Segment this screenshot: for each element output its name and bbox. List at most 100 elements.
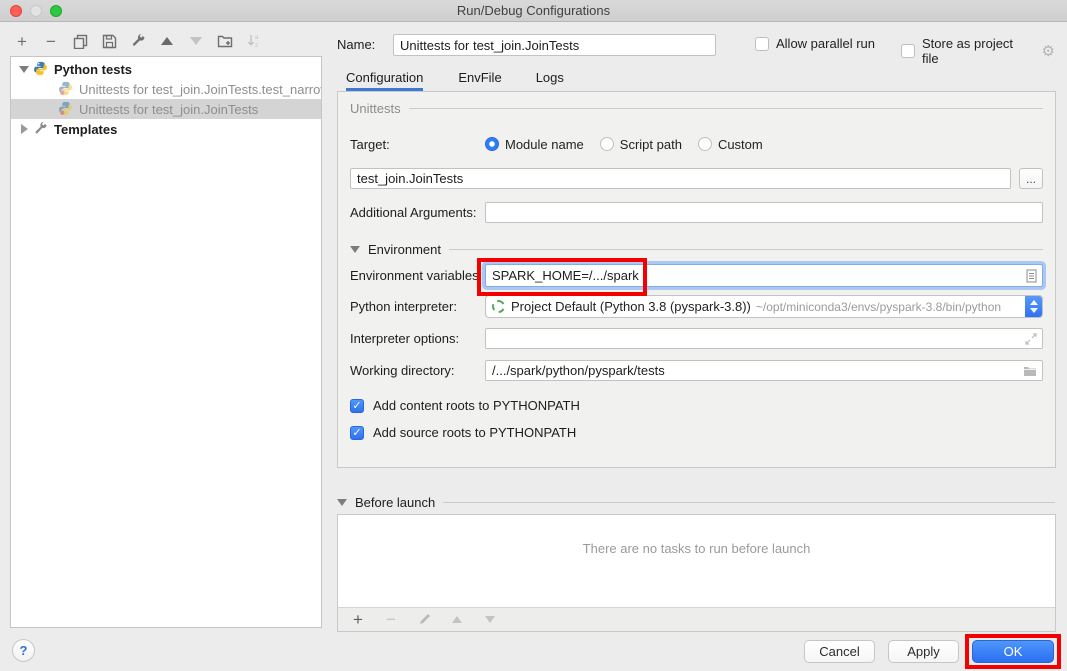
checkbox-icon[interactable]	[901, 44, 915, 58]
help-label: ?	[20, 643, 28, 658]
tree-item-label: Unittests for test_join.JoinTests.test_n…	[79, 82, 321, 97]
interpreter-options-input[interactable]	[492, 331, 1036, 346]
checkbox-checked-icon[interactable]: ✓	[350, 426, 364, 440]
tree-item-label: Templates	[54, 122, 117, 137]
dialog-footer: Cancel Apply OK	[804, 640, 1054, 663]
store-as-project-file-label: Store as project file	[922, 36, 1031, 66]
additional-arguments-field-wrap	[485, 202, 1043, 223]
config-tabs: Configuration EnvFile Logs	[337, 66, 564, 91]
help-button[interactable]: ?	[12, 639, 35, 662]
unittests-section-label: Unittests	[350, 101, 401, 116]
section-divider	[443, 502, 1055, 503]
unittests-section-header: Unittests	[350, 98, 1043, 118]
radio-module-name[interactable]	[485, 137, 499, 151]
allow-parallel-run-label: Allow parallel run	[776, 36, 875, 51]
cancel-button[interactable]: Cancel	[804, 640, 875, 663]
name-input[interactable]	[393, 34, 716, 56]
python-test-icon	[58, 81, 74, 97]
checkbox-checked-icon[interactable]: ✓	[350, 399, 364, 413]
working-directory-row: Working directory:	[350, 360, 1043, 381]
name-row: Name: Allow parallel run Store as projec…	[337, 34, 1055, 56]
target-row: Target: Module name Script path Custom	[350, 134, 1043, 154]
expand-field-icon[interactable]	[1025, 333, 1037, 345]
radio-script-path[interactable]	[600, 137, 614, 151]
sort-alphabetically-icon: az	[244, 31, 264, 51]
radio-script-path-label[interactable]: Script path	[620, 137, 682, 152]
edit-templates-icon[interactable]	[128, 31, 148, 51]
before-launch-empty-message: There are no tasks to run before launch	[338, 541, 1055, 556]
before-launch-label: Before launch	[355, 495, 435, 510]
environment-variables-input[interactable]	[492, 268, 1036, 283]
chevron-right-icon[interactable]	[17, 124, 31, 134]
name-label: Name:	[337, 37, 375, 52]
copy-configuration-icon[interactable]	[70, 31, 90, 51]
ok-button[interactable]: OK	[972, 640, 1054, 663]
environment-section-label: Environment	[368, 242, 441, 257]
tab-logs[interactable]: Logs	[536, 66, 564, 91]
add-source-roots-checkbox[interactable]: ✓ Add source roots to PYTHONPATH	[350, 425, 1043, 440]
before-launch-task-list: There are no tasks to run before launch …	[337, 514, 1056, 632]
tree-item-templates[interactable]: Templates	[11, 119, 321, 139]
tree-item-label: Unittests for test_join.JoinTests	[79, 102, 258, 117]
save-configuration-icon[interactable]	[99, 31, 119, 51]
module-name-row: ...	[350, 168, 1043, 189]
edit-task-icon	[414, 610, 434, 630]
svg-text:z: z	[255, 43, 258, 49]
add-task-icon[interactable]: +	[348, 610, 368, 630]
chevron-down-icon[interactable]	[17, 66, 31, 73]
tree-item-test-narrow[interactable]: Unittests for test_join.JoinTests.test_n…	[11, 79, 321, 99]
gear-icon[interactable]: ⚙	[1042, 42, 1055, 60]
tab-configuration[interactable]: Configuration	[346, 66, 423, 91]
python-interpreter-value: Project Default (Python 3.8 (pyspark-3.8…	[511, 299, 751, 314]
before-launch-section-header[interactable]: Before launch	[337, 492, 1056, 512]
checkbox-icon[interactable]	[755, 37, 769, 51]
additional-arguments-label: Additional Arguments:	[350, 205, 485, 220]
additional-arguments-row: Additional Arguments:	[350, 202, 1043, 223]
radio-module-name-label[interactable]: Module name	[505, 137, 584, 152]
additional-arguments-input[interactable]	[492, 205, 1036, 220]
python-interpreter-label: Python interpreter:	[350, 299, 485, 314]
tree-item-jointests-selected[interactable]: Unittests for test_join.JoinTests	[11, 99, 321, 119]
new-folder-icon[interactable]	[215, 31, 235, 51]
move-down-icon	[186, 31, 206, 51]
section-divider	[449, 249, 1043, 250]
module-name-input[interactable]	[357, 171, 1004, 186]
working-directory-field-wrap	[485, 360, 1043, 381]
configurations-toolbar: + − az	[12, 30, 264, 52]
radio-custom-label[interactable]: Custom	[718, 137, 763, 152]
add-source-roots-label: Add source roots to PYTHONPATH	[373, 425, 576, 440]
radio-custom[interactable]	[698, 137, 712, 151]
dropdown-stepper-icon[interactable]	[1025, 295, 1043, 318]
add-content-roots-checkbox[interactable]: ✓ Add content roots to PYTHONPATH	[350, 398, 1043, 413]
allow-parallel-run-checkbox[interactable]: Allow parallel run	[755, 36, 875, 51]
configuration-settings-panel: Unittests Target: Module name Script pat…	[337, 91, 1056, 468]
collapse-triangle-icon[interactable]	[337, 499, 347, 506]
remove-configuration-icon[interactable]: −	[41, 31, 61, 51]
remove-task-icon: −	[381, 610, 401, 630]
python-interpreter-dropdown[interactable]: Project Default (Python 3.8 (pyspark-3.8…	[485, 295, 1043, 318]
move-up-icon[interactable]	[157, 31, 177, 51]
environment-variables-field-wrap	[485, 264, 1043, 287]
module-name-field-wrap	[350, 168, 1011, 189]
move-task-down-icon	[480, 610, 500, 630]
section-divider	[409, 108, 1043, 109]
environment-section-header[interactable]: Environment	[350, 239, 1043, 259]
ok-button-wrap: OK	[972, 640, 1054, 663]
python-interpreter-row: Python interpreter: Project Default (Pyt…	[350, 295, 1043, 318]
add-content-roots-label: Add content roots to PYTHONPATH	[373, 398, 580, 413]
env-vars-browse-icon[interactable]	[1026, 269, 1037, 283]
tab-envfile[interactable]: EnvFile	[458, 66, 501, 91]
apply-button[interactable]: Apply	[888, 640, 959, 663]
collapse-triangle-icon[interactable]	[350, 246, 360, 253]
folder-icon[interactable]	[1023, 365, 1037, 377]
run-debug-configurations-dialog: Run/Debug Configurations + − az Pytho	[0, 0, 1067, 671]
browse-button[interactable]: ...	[1019, 168, 1043, 189]
add-configuration-icon[interactable]: +	[12, 31, 32, 51]
environment-variables-row: Environment variables:	[350, 264, 1043, 287]
tree-item-python-tests[interactable]: Python tests	[11, 59, 321, 79]
store-as-project-file-checkbox[interactable]: Store as project file ⚙	[901, 36, 1055, 66]
python-tests-icon	[33, 61, 49, 77]
move-task-up-icon	[447, 610, 467, 630]
working-directory-input[interactable]	[492, 363, 1036, 378]
environment-variables-label: Environment variables:	[350, 268, 485, 283]
